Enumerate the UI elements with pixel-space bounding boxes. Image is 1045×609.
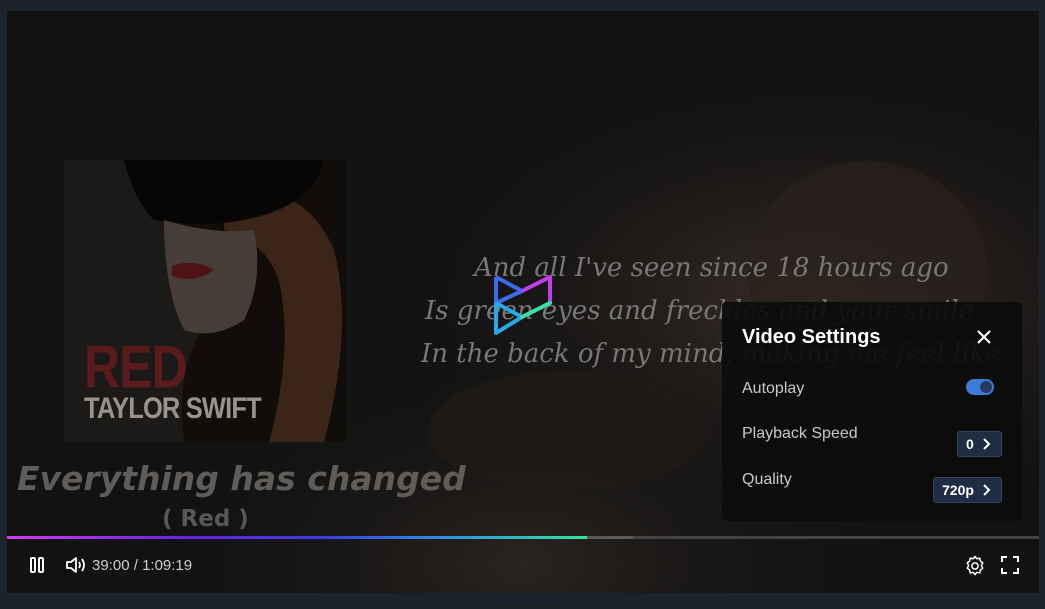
volume-icon[interactable] bbox=[65, 555, 87, 575]
current-time: 39:00 bbox=[92, 557, 130, 574]
time-separator: / bbox=[133, 557, 138, 574]
toggle-knob bbox=[980, 381, 992, 393]
quality-label: Quality bbox=[742, 471, 792, 488]
video-settings-panel: Video Settings Autoplay Playback Speed 0… bbox=[722, 302, 1022, 521]
album-artist: TAYLOR SWIFT bbox=[84, 392, 262, 425]
settings-title: Video Settings bbox=[742, 326, 881, 348]
time-display: 39:00 / 1:09:19 bbox=[92, 557, 192, 574]
duration: 1:09:19 bbox=[142, 557, 193, 574]
player-logo-icon bbox=[494, 275, 552, 335]
playback-speed-button[interactable]: 0 bbox=[957, 431, 1002, 457]
fullscreen-icon[interactable] bbox=[1000, 555, 1020, 575]
close-icon[interactable] bbox=[972, 325, 996, 349]
autoplay-toggle[interactable] bbox=[966, 379, 994, 395]
quality-button[interactable]: 720p bbox=[933, 477, 1002, 503]
progress-bar[interactable] bbox=[7, 536, 1039, 539]
playback-speed-value: 0 bbox=[966, 436, 974, 452]
album-cover: RED TAYLOR SWIFT bbox=[64, 160, 346, 442]
chevron-right-icon bbox=[983, 438, 991, 450]
video-player[interactable]: RED TAYLOR SWIFT Everything has changed … bbox=[7, 11, 1039, 593]
played-bar bbox=[7, 536, 587, 539]
pause-icon[interactable] bbox=[29, 555, 45, 575]
song-subtitle: ( Red ) bbox=[162, 506, 249, 532]
control-bar: 39:00 / 1:09:19 bbox=[7, 551, 1039, 581]
autoplay-label: Autoplay bbox=[742, 380, 805, 397]
chevron-right-icon bbox=[983, 484, 991, 496]
quality-value: 720p bbox=[942, 482, 974, 498]
playback-speed-label: Playback Speed bbox=[742, 425, 858, 442]
song-title: Everything has changed bbox=[17, 459, 466, 498]
gear-icon[interactable] bbox=[964, 555, 986, 577]
